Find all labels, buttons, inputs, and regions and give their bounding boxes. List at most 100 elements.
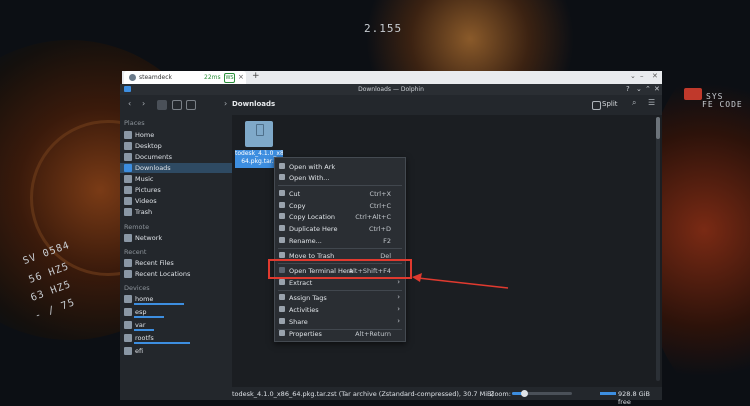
close-icon[interactable]: ✕	[654, 84, 660, 95]
sidebar-item-pictures[interactable]: Pictures	[120, 185, 232, 195]
menu-item-activities[interactable]: Activities ›	[275, 304, 405, 315]
extract-icon	[279, 279, 285, 285]
sidebar-item-music[interactable]: Music	[120, 174, 232, 184]
new-tab-button[interactable]: +	[252, 71, 260, 81]
sidebar-item-var[interactable]: var	[120, 320, 232, 331]
compact-view-icon[interactable]	[172, 100, 182, 110]
close-tab-icon[interactable]: ×	[238, 73, 244, 81]
menu-separator	[278, 248, 402, 249]
downloads-icon	[124, 164, 132, 172]
back-button[interactable]: ‹	[128, 99, 131, 108]
recent-locations-icon	[124, 270, 132, 278]
menu-item-duplicate-here[interactable]: Duplicate Here Ctrl+D	[275, 223, 405, 234]
rename-icon	[279, 237, 285, 243]
videos-icon	[124, 197, 132, 205]
sidebar-item-desktop[interactable]: Desktop	[120, 141, 232, 151]
zoom-slider-handle[interactable]	[521, 390, 528, 397]
latency-label: 22ms	[204, 74, 221, 81]
close-icon[interactable]: ✕	[652, 72, 658, 80]
search-icon[interactable]: ⌕	[632, 98, 636, 108]
drive-icon	[124, 295, 132, 303]
zoom-slider[interactable]	[512, 390, 572, 397]
menu-item-copy-location[interactable]: Copy Location Ctrl+Alt+C	[275, 211, 405, 222]
trash-icon	[124, 208, 132, 216]
free-space-bar	[600, 392, 616, 395]
minimize-icon[interactable]: ⌄	[630, 72, 636, 80]
section-recent: Recent	[124, 248, 147, 256]
remote-tab-bar: steamdeck 22ms WS × + ⌄ – ✕	[122, 71, 662, 85]
zoom-label: Zoom:	[490, 390, 511, 398]
sidebar-item-home[interactable]: Home	[120, 130, 232, 140]
wallpaper-hud-number: 2.155	[364, 22, 403, 35]
section-places: Places	[124, 119, 145, 127]
sidebar-item-home-device[interactable]: home	[120, 294, 232, 305]
sidebar-item-recent-files[interactable]: Recent Files	[120, 258, 232, 268]
chevron-right-icon: ›	[397, 278, 400, 286]
cut-icon	[279, 190, 285, 196]
menu-item-share[interactable]: Share ›	[275, 316, 405, 327]
chevron-right-icon: ›	[397, 293, 400, 301]
toolbar: ‹ › › Downloads Split ⌕ ☰	[120, 95, 662, 115]
drive-icon	[124, 347, 132, 355]
documents-icon	[124, 153, 132, 161]
usage-bar	[134, 329, 154, 331]
sidebar-item-efi[interactable]: efi	[120, 346, 232, 356]
usage-bar	[134, 342, 190, 344]
section-remote: Remote	[124, 223, 150, 231]
menu-item-open-with[interactable]: Open With...	[275, 172, 405, 183]
maximize-icon[interactable]: ⌃	[645, 84, 651, 95]
hamburger-menu-icon[interactable]: ☰	[648, 98, 655, 107]
split-button[interactable]: Split	[602, 100, 618, 108]
recent-files-icon	[124, 259, 132, 267]
icons-view-icon[interactable]	[157, 100, 167, 110]
menu-item-cut[interactable]: Cut Ctrl+X	[275, 188, 405, 199]
menu-item-rename[interactable]: Rename... F2	[275, 235, 405, 246]
open-with-icon	[279, 174, 285, 180]
chevron-right-icon: ›	[397, 317, 400, 325]
drive-icon	[124, 308, 132, 316]
desktop-icon	[124, 142, 132, 150]
usage-bar	[134, 303, 184, 305]
help-icon[interactable]: ?	[626, 84, 630, 95]
sidebar-item-recent-locations[interactable]: Recent Locations	[120, 269, 232, 279]
window-title: Downloads — Dolphin	[358, 86, 424, 93]
sidebar-item-network[interactable]: Network	[120, 233, 232, 243]
window-titlebar: Downloads — Dolphin ? ⌄ ⌃ ✕	[120, 84, 662, 95]
split-icon	[592, 101, 601, 110]
sidebar-item-esp[interactable]: esp	[120, 307, 232, 318]
annotation-highlight-box	[268, 259, 412, 279]
sidebar-item-trash[interactable]: Trash	[120, 207, 232, 217]
duplicate-icon	[279, 225, 285, 231]
menu-item-properties[interactable]: Properties Alt+Return	[275, 328, 405, 339]
menu-item-open-with-ark[interactable]: Open with Ark	[275, 161, 405, 172]
section-devices: Devices	[124, 284, 150, 292]
drive-icon	[124, 321, 132, 329]
copy-icon	[279, 202, 285, 208]
properties-icon	[279, 330, 285, 336]
wallpaper-badge	[684, 88, 702, 100]
maximize-icon[interactable]: –	[640, 72, 644, 80]
places-panel: Places Home Desktop Documents Downloads …	[120, 115, 232, 387]
sidebar-item-rootfs[interactable]: rootfs	[120, 333, 232, 344]
breadcrumb[interactable]: Downloads	[232, 100, 275, 108]
trash-icon	[279, 252, 285, 258]
minimize-icon[interactable]: ⌄	[636, 84, 642, 95]
connection-badge: WS	[224, 73, 235, 83]
session-icon	[129, 74, 136, 81]
menu-item-assign-tags[interactable]: Assign Tags ›	[275, 292, 405, 303]
archive-file-icon	[245, 121, 273, 147]
music-icon	[124, 175, 132, 183]
remote-session-tab[interactable]: steamdeck 22ms WS ×	[124, 71, 246, 84]
dolphin-app-icon	[124, 86, 131, 92]
forward-button[interactable]: ›	[142, 99, 145, 108]
details-view-icon[interactable]	[186, 100, 196, 110]
wallpaper-hud-text: FE CODE	[702, 100, 743, 109]
ark-icon	[279, 163, 285, 169]
scrollbar[interactable]	[656, 117, 660, 381]
usage-bar	[134, 316, 164, 318]
sidebar-item-documents[interactable]: Documents	[120, 152, 232, 162]
menu-item-copy[interactable]: Copy Ctrl+C	[275, 200, 405, 211]
sidebar-item-videos[interactable]: Videos	[120, 196, 232, 206]
activities-icon	[279, 306, 285, 312]
sidebar-item-downloads[interactable]: Downloads	[120, 163, 232, 173]
